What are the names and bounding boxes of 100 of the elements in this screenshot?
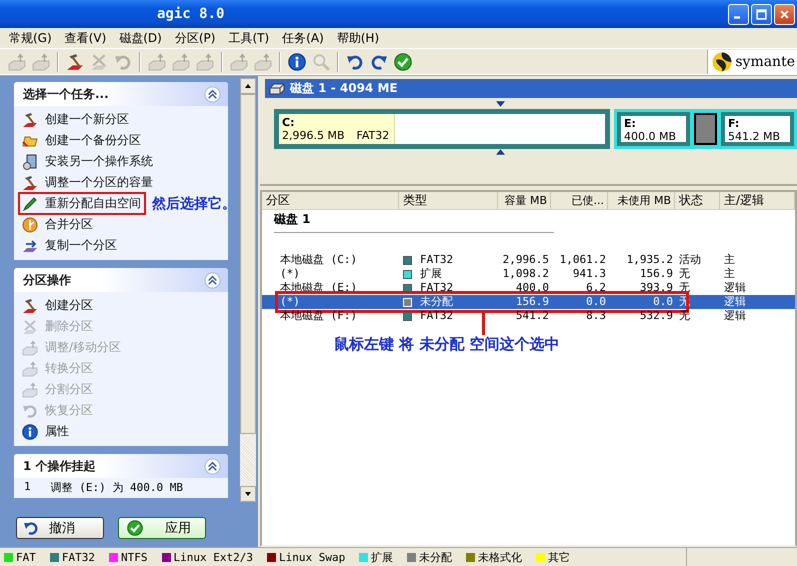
legend-label: Linux Swap [278, 550, 346, 564]
table-row[interactable]: 本地磁盘 (C:) FAT32 2,996.5 1,061.2 1,935.2 活动 主 [262, 253, 795, 267]
scrollbar[interactable] [240, 78, 256, 502]
group-label: 磁盘 1 [274, 211, 554, 233]
legend-label: 未分配 [419, 550, 452, 564]
table-cell-text: 主 [723, 253, 736, 267]
task-link[interactable]: 创建一个新分区 [18, 108, 134, 131]
disk-title: 磁盘 1 - 4094 ME [290, 80, 398, 97]
info-icon[interactable] [288, 53, 306, 71]
table-row[interactable]: 本地磁盘 (F:) FAT32 541.2 8.3 532.9 无 逻辑 [262, 309, 795, 323]
task-link[interactable]: 复制一个分区 [18, 234, 122, 257]
column-header[interactable]: 已使... [551, 192, 608, 209]
scroll-thumb[interactable] [240, 94, 256, 434]
check-icon[interactable] [394, 53, 412, 71]
table-cell-text: 941.3 [572, 267, 607, 281]
column-header[interactable]: 主/逻辑 [720, 192, 795, 209]
menu-item[interactable]: 查看(V) [58, 30, 114, 46]
panel-header[interactable]: 分区操作 [14, 268, 228, 292]
apply-button[interactable]: 应用 [118, 517, 206, 539]
table-cell-text: 400.0 [514, 281, 550, 295]
logo-icon [712, 52, 732, 72]
collapse-icon[interactable] [204, 86, 221, 102]
pen-icon [22, 196, 38, 212]
disk-icon [269, 82, 285, 96]
maximize-icon [756, 8, 767, 20]
table-cell-text: 156.9 [514, 295, 550, 309]
legend-label: Linux Ext2/3 [174, 550, 253, 564]
undo-icon [23, 520, 39, 536]
table-cell-text: 6.2 [585, 281, 607, 295]
hammer-icon[interactable] [66, 53, 84, 71]
column-header[interactable]: 分区 [262, 192, 399, 209]
task-link[interactable]: 合并分区 [18, 213, 98, 236]
table-cell-text: 主 [723, 267, 736, 281]
close-button[interactable] [774, 4, 795, 24]
column-header[interactable]: 容量 MB [498, 192, 551, 209]
menu-item[interactable]: 帮助(H) [330, 30, 386, 46]
table-row[interactable]: (*) 扩展 1,098.2 941.3 156.9 无 主 [262, 267, 795, 281]
annotation-text: 然后选择它。 [152, 194, 236, 212]
task-link[interactable]: 创建一个备份分区 [18, 129, 146, 152]
table-cell-text: 8.3 [585, 309, 607, 323]
partition-block[interactable]: F: 541.2 MB [721, 112, 794, 146]
disk-header[interactable]: 磁盘 1 - 4094 ME [265, 79, 797, 98]
table-cell-text: 本地磁盘 (F:) [279, 309, 358, 323]
maximize-button[interactable] [751, 4, 772, 24]
panel-title: 选择一个任务... [23, 86, 109, 102]
task-link[interactable]: 调整一个分区的容量 [18, 171, 158, 194]
info-icon [22, 424, 38, 440]
panel-header[interactable]: 选择一个任务... [14, 82, 228, 106]
table-cell: FAT32 [420, 309, 454, 323]
scroll-up-button[interactable] [240, 78, 256, 94]
task-link[interactable]: 安装另一个操作系统 [18, 150, 158, 173]
panel-title: 1 个操作挂起 [23, 458, 96, 474]
unallocated-block[interactable] [694, 113, 717, 145]
task-link[interactable]: 属性 [18, 420, 74, 443]
hammer-icon [22, 174, 38, 190]
scroll-down-button[interactable] [240, 486, 256, 502]
table-cell-text: 1,935.2 [626, 253, 674, 267]
table-cell-text: 无 [678, 267, 691, 281]
collapse-icon[interactable] [204, 272, 221, 288]
task-link[interactable]: 重新分配自由空间 [18, 192, 146, 215]
annotation-text: 鼠标左键 将 未分配 空间这个选中 [334, 335, 561, 354]
menu-item[interactable]: 分区(P) [168, 30, 222, 46]
redo-icon[interactable] [370, 53, 388, 71]
task-link[interactable]: 创建分区 [18, 294, 98, 317]
column-header[interactable]: 未使用 MB [608, 192, 675, 209]
collapse-icon[interactable] [204, 458, 221, 474]
partition-block[interactable]: E: 400.0 MB [617, 112, 690, 146]
window-title: agic 8.0 [156, 6, 226, 22]
table-cell: FAT32 [420, 281, 454, 295]
column-header[interactable]: 类型 [399, 192, 498, 209]
table-cell-text: (*) [279, 295, 301, 309]
cross-icon [22, 318, 38, 334]
legend-label: NTFS [121, 550, 148, 564]
minimize-button[interactable] [728, 4, 749, 24]
check-icon [127, 520, 143, 536]
minimize-icon [734, 16, 740, 18]
panel-header[interactable]: 1 个操作挂起 [14, 454, 228, 478]
table-cell-text: 532.9 [638, 309, 674, 323]
undo-button[interactable]: 撤消 [16, 517, 104, 539]
menu-item[interactable]: 磁盘(D) [113, 30, 169, 46]
table-cell: 扩展 [420, 267, 442, 281]
legend-label: FAT32 [62, 550, 95, 564]
column-header[interactable]: 状态 [675, 192, 720, 209]
menu-item[interactable]: 任务(A) [276, 30, 331, 46]
hammer-icon [22, 298, 38, 314]
table-cell-text: 逻辑 [723, 309, 747, 323]
partition-size: 541.2 MB [728, 130, 780, 143]
legend-label: 扩展 [371, 550, 394, 564]
merge-icon [22, 216, 38, 232]
hammer-icon [22, 112, 38, 128]
menu-item[interactable]: 常规(G) [3, 30, 59, 46]
drive-letter: E: [624, 117, 637, 130]
partition-block[interactable]: C: 2,996.5 MB FAT32 [274, 109, 610, 149]
table-cell-text: 0.0 [585, 295, 607, 309]
menu-item[interactable]: 工具(T) [222, 30, 276, 46]
up-arrow-icon [244, 82, 252, 90]
table-cell: FAT32 [420, 253, 454, 267]
undo-icon[interactable] [346, 53, 364, 71]
table-cell: 未分配 [420, 295, 453, 309]
undo-icon [22, 402, 38, 418]
